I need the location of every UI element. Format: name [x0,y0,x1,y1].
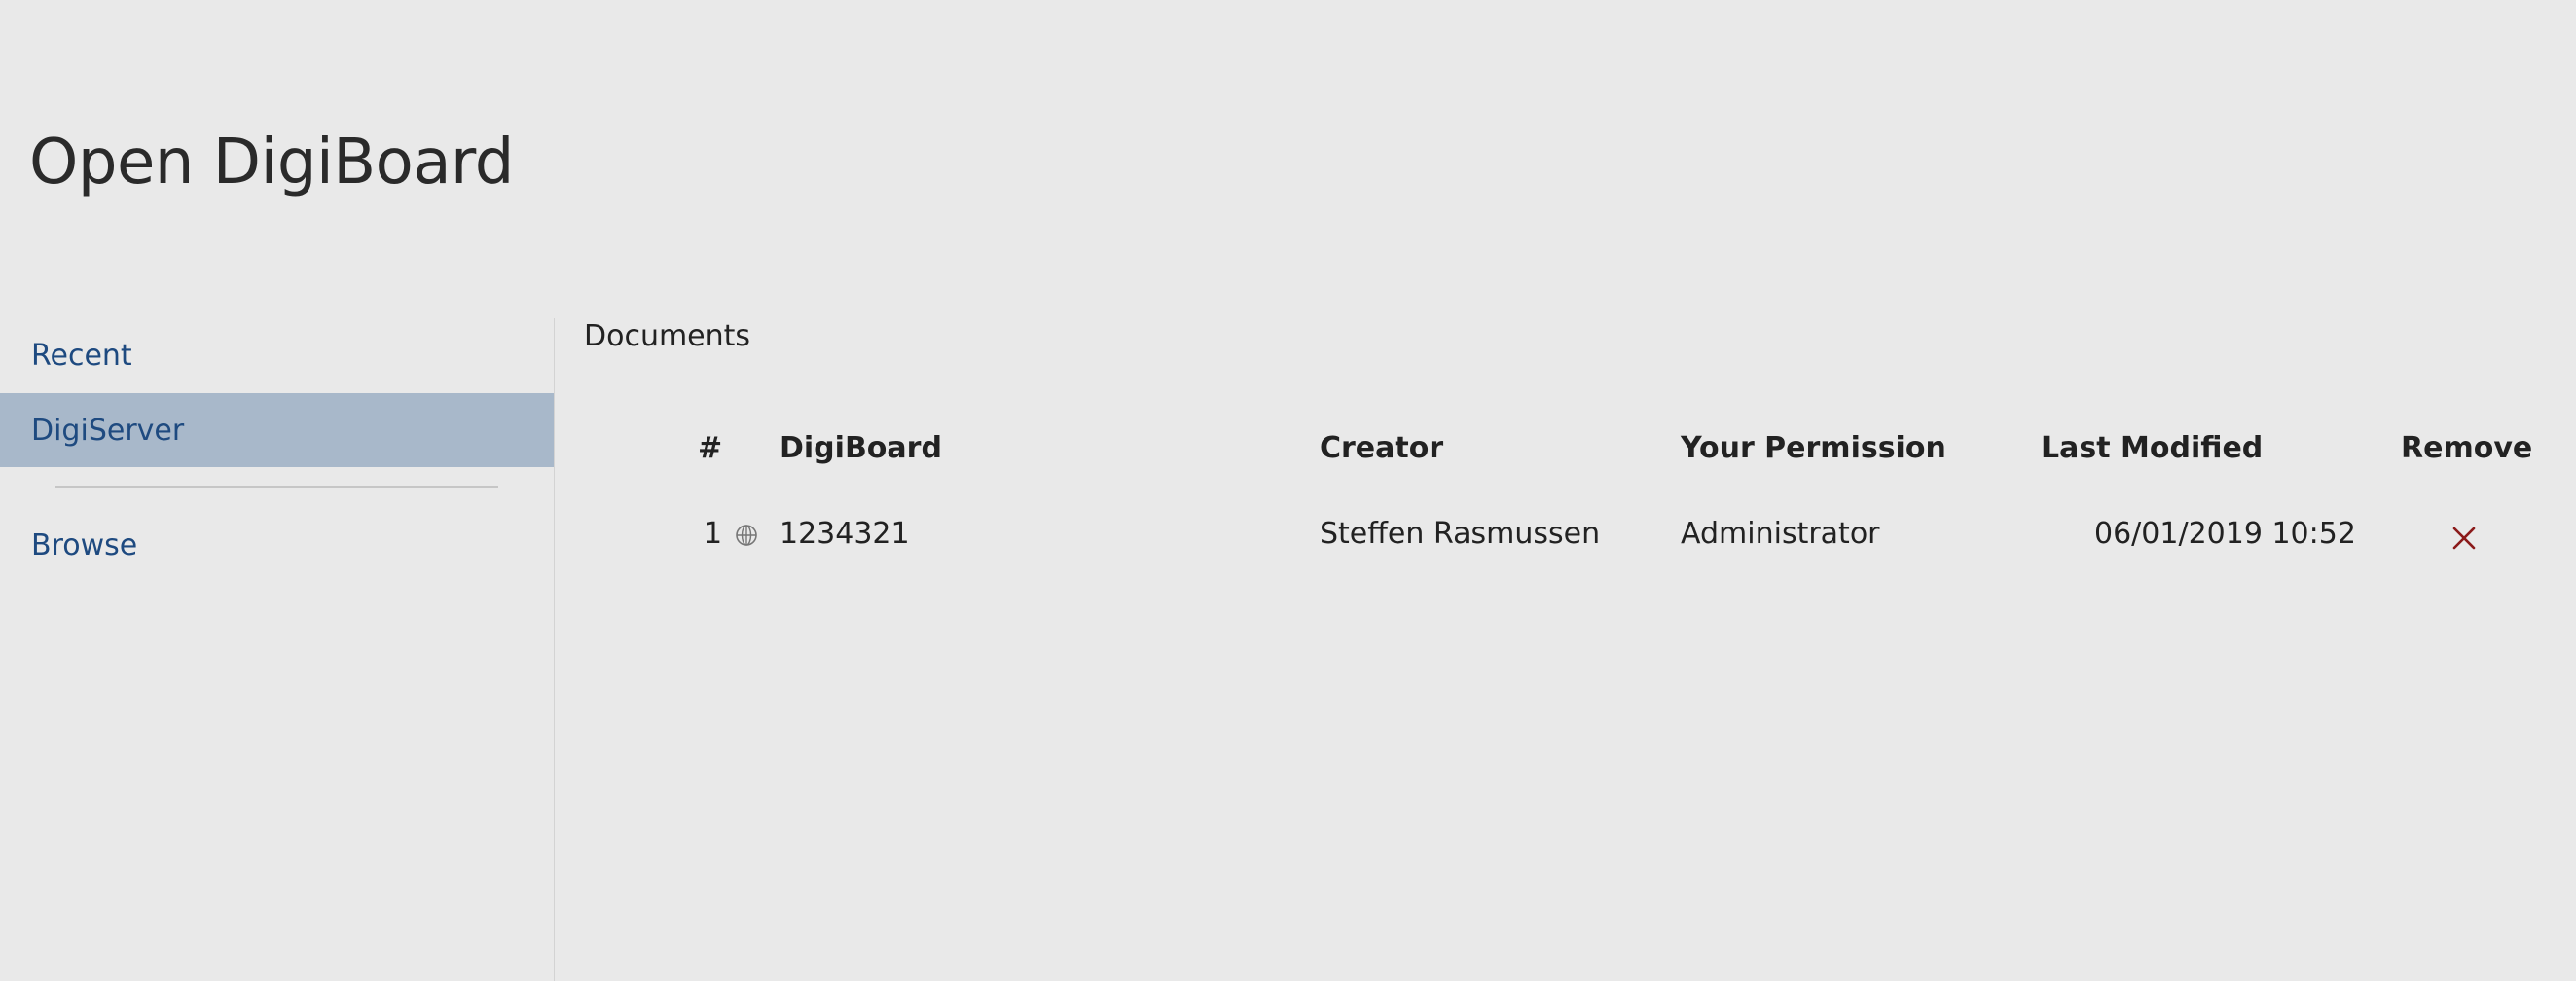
column-header-creator: Creator [1320,431,1444,465]
sidebar-item-label: Recent [31,338,132,373]
close-icon[interactable] [2450,525,2478,552]
row-last-modified: 06/01/2019 10:52 [2094,517,2356,551]
column-header-index: # [698,431,723,465]
row-digiboard[interactable]: 1234321 [780,520,910,549]
sidebar-item-recent[interactable]: Recent [0,318,554,392]
column-header-remove: Remove [2401,431,2533,465]
sidebar: Recent DigiServer Browse [0,318,554,981]
page-title: Open DigiBoard [29,127,514,199]
sidebar-item-digiserver[interactable]: DigiServer [0,393,554,467]
sidebar-item-label: Browse [31,527,138,563]
row-index: 1 [704,517,723,551]
row-creator: Steffen Rasmussen [1320,517,1601,551]
column-header-permission: Your Permission [1681,431,1946,465]
section-title: Documents [584,319,751,353]
globe-icon [736,525,757,546]
column-header-digiboard: DigiBoard [780,431,942,465]
column-header-last-modified: Last Modified [2041,431,2264,465]
row-permission: Administrator [1681,517,1880,551]
sidebar-item-label: DigiServer [31,413,185,448]
sidebar-divider [55,486,498,488]
panel-divider [554,318,555,981]
sidebar-item-browse[interactable]: Browse [0,508,554,582]
